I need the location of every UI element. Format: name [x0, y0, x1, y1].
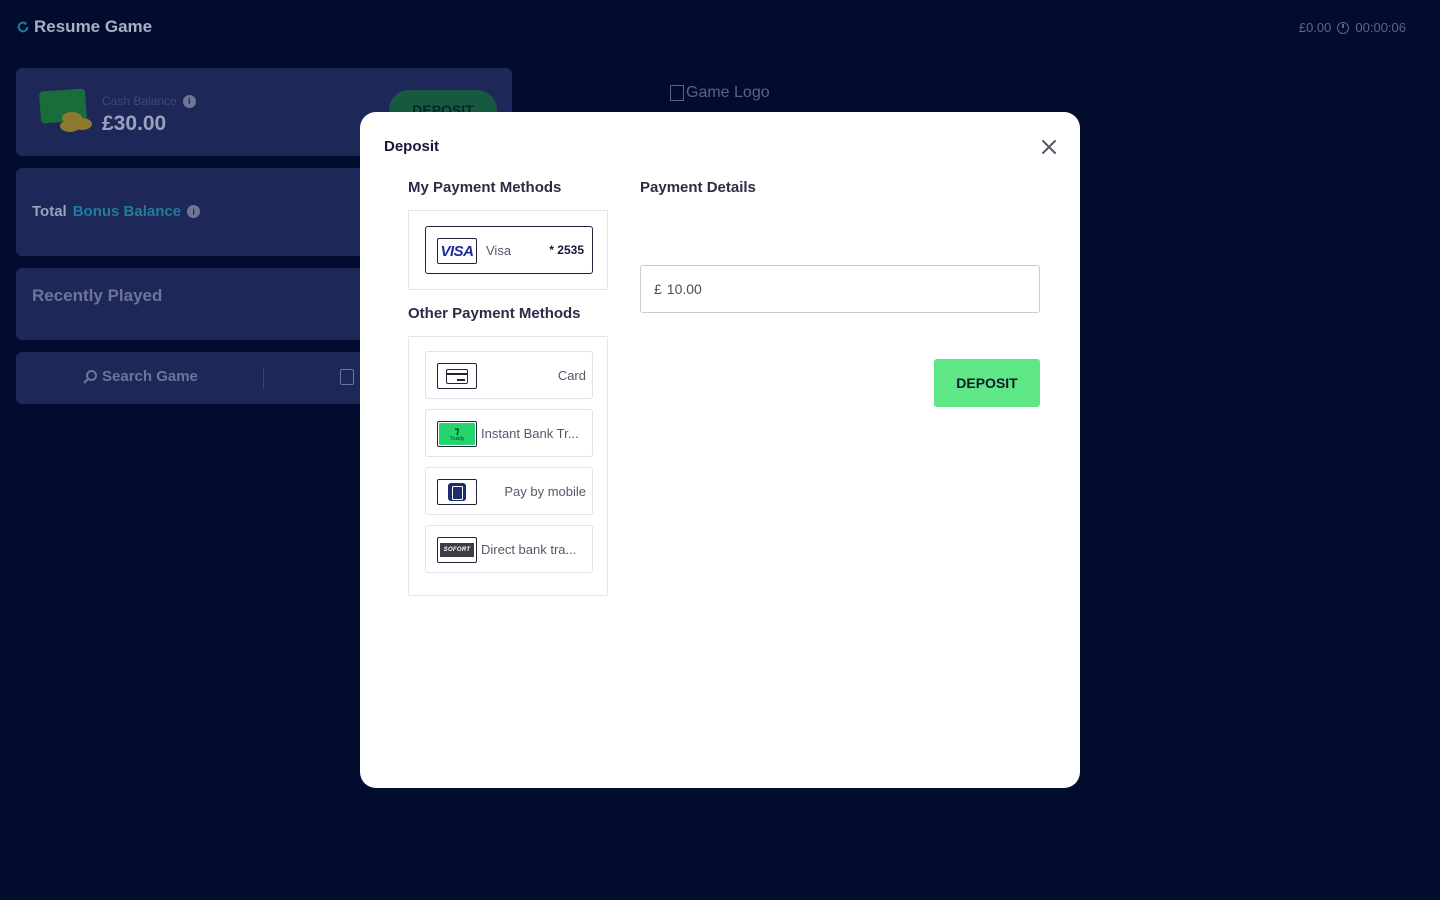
- payment-method-label: Direct bank tra...: [481, 541, 577, 557]
- close-icon[interactable]: [1038, 136, 1060, 158]
- search-game-button[interactable]: Search Game: [82, 368, 198, 385]
- my-payment-methods-title: My Payment Methods: [408, 179, 562, 196]
- info-icon[interactable]: i: [187, 205, 201, 218]
- payment-method-card[interactable]: Card: [425, 351, 593, 399]
- currency-symbol: £: [654, 281, 662, 297]
- payment-method-direct-bank[interactable]: SOFORT Direct bank tra...: [425, 525, 593, 573]
- recently-played-title: Recently Played: [32, 286, 163, 305]
- modal-title: Deposit: [384, 138, 440, 155]
- deposit-amount-field[interactable]: £: [640, 265, 1040, 313]
- payment-method-instant-bank[interactable]: ⁊ Trustly Instant Bank Tr...: [425, 409, 593, 457]
- cash-balance-label: Cash Balance i: [102, 94, 196, 108]
- card-last-digits: * 2535: [549, 243, 584, 257]
- deposit-button[interactable]: DEPOSIT: [934, 359, 1040, 407]
- game-logo: Game Logo: [670, 84, 770, 102]
- deposit-modal: Deposit My Payment Methods VISA Visa * 2…: [360, 112, 1080, 788]
- my-payment-methods-panel: VISA Visa * 2535: [408, 210, 608, 290]
- other-payment-methods-title: Other Payment Methods: [408, 305, 581, 322]
- sofort-icon: SOFORT: [437, 537, 477, 563]
- exit-icon[interactable]: [340, 369, 354, 385]
- payment-method-pay-by-mobile[interactable]: Pay by mobile: [425, 467, 593, 515]
- resume-game-button[interactable]: Resume Game: [16, 17, 152, 37]
- session-info: £0.00 00:00:06: [1299, 20, 1406, 35]
- payment-method-label: Visa: [486, 242, 512, 258]
- payment-method-visa[interactable]: VISA Visa * 2535: [425, 226, 593, 274]
- card-icon: [437, 363, 477, 389]
- payment-method-label: Pay by mobile: [504, 483, 586, 499]
- session-balance: £0.00: [1298, 20, 1332, 35]
- other-payment-methods-panel: Card ⁊ Trustly Instant Bank Tr... Pay by …: [408, 336, 608, 596]
- visa-icon: VISA: [437, 238, 477, 264]
- resume-game-label: Resume Game: [34, 17, 153, 36]
- broken-image-icon: [670, 85, 684, 101]
- search-icon: [83, 369, 97, 384]
- clock-icon: [1337, 21, 1350, 34]
- payment-details-title: Payment Details: [640, 179, 756, 196]
- cash-balance-value: £30.00: [102, 112, 167, 135]
- mobile-pay-icon: [437, 479, 477, 505]
- deposit-amount-input[interactable]: [666, 281, 1007, 297]
- top-bar: Resume Game £0.00 00:00:06: [0, 0, 1440, 56]
- divider: [263, 368, 264, 388]
- info-icon[interactable]: i: [182, 94, 196, 108]
- session-timer: 00:00:06: [1355, 20, 1406, 35]
- payment-method-label: Instant Bank Tr...: [481, 425, 579, 441]
- payment-method-label: Card: [557, 367, 586, 383]
- refresh-icon: [17, 21, 29, 33]
- bonus-balance-label: Total Bonus Balance i: [32, 203, 201, 220]
- money-icon: [38, 88, 96, 132]
- trustly-icon: ⁊ Trustly: [437, 421, 477, 447]
